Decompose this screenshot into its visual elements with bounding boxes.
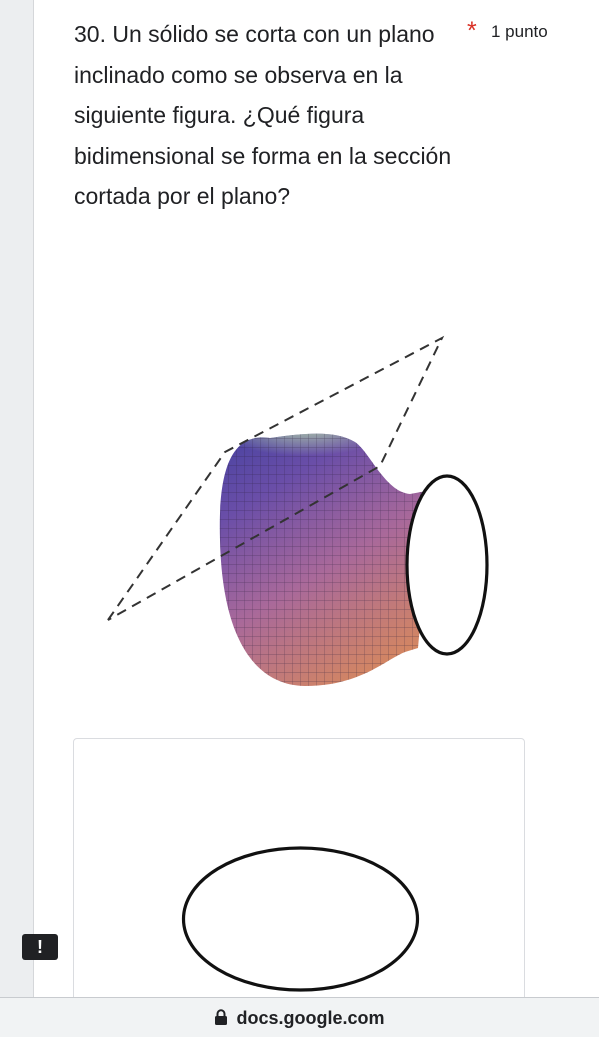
required-marker: * — [467, 17, 477, 45]
page: 30. Un sólido se corta con un plano incl… — [0, 0, 599, 1037]
browser-url-bar[interactable]: docs.google.com — [0, 997, 599, 1037]
solid-cut-by-plane-figure — [107, 335, 489, 686]
ellipse-option-shape — [181, 846, 420, 992]
url-text: docs.google.com — [236, 1008, 385, 1028]
alert-badge[interactable]: ! — [22, 934, 58, 960]
points-label: 1 punto — [491, 22, 548, 41]
lock-icon — [215, 1009, 228, 1025]
question-title: 30. Un sólido se corta con un plano incl… — [74, 21, 452, 209]
url-display[interactable]: docs.google.com — [0, 1008, 599, 1029]
